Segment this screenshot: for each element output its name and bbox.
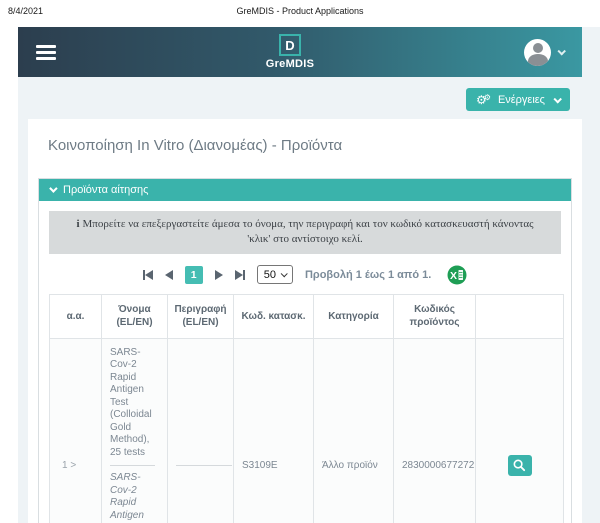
app-shell: D GreMDIS ⚙⚙ Ενέργειες Κοινοποίηση In Vi… — [18, 27, 600, 523]
manufacturer-code-cell[interactable]: S3109E — [234, 338, 314, 523]
description-divider — [176, 465, 232, 466]
actions-button[interactable]: ⚙⚙ Ενέργειες — [466, 88, 570, 111]
column-header-actions — [476, 294, 564, 338]
export-excel-button[interactable]: X — [447, 265, 467, 285]
actions-button-label: Ενέργειες — [498, 94, 545, 106]
name-primary: SARS-Cov-2 Rapid Antigen Test (Colloidal… — [110, 347, 159, 460]
name-cell[interactable]: SARS-Cov-2 Rapid Antigen Test (Colloidal… — [102, 338, 168, 523]
column-header-product-code: Κωδικός προϊόντος — [394, 294, 476, 338]
collapse-chevron-icon — [49, 184, 57, 192]
browser-print-header: 8/4/2021 GreMDIS - Product Applications — [0, 0, 600, 27]
main-card: Κοινοποίηση In Vitro (Διανομέας) - Προϊό… — [28, 119, 582, 523]
description-cell[interactable] — [168, 338, 234, 523]
chevron-down-icon — [557, 47, 565, 55]
pagination-bar: 1 50 Προβολή 1 έως 1 από 1. — [49, 265, 561, 285]
info-message: i Μπορείτε να επεξεργαστείτε άμεσα το όνο… — [49, 211, 561, 254]
svg-text:X: X — [450, 270, 457, 282]
row-actions-cell — [476, 338, 564, 523]
row-index-cell[interactable]: 1 > — [50, 338, 102, 523]
current-page-button[interactable]: 1 — [185, 266, 203, 284]
print-date: 8/4/2021 — [8, 6, 43, 16]
user-avatar-icon — [524, 39, 551, 66]
top-navbar: D GreMDIS — [18, 27, 582, 77]
first-page-button[interactable] — [143, 270, 153, 280]
pagination-summary: Προβολή 1 έως 1 από 1. — [305, 269, 431, 281]
products-panel: Προϊόντα αίτησης i Μπορείτε να επεξεργαστ… — [38, 178, 572, 523]
name-secondary: SARS-Cov-2 Rapid Antigen Test (Colloidal… — [110, 472, 159, 523]
user-menu[interactable] — [524, 39, 564, 66]
column-header-category: Κατηγορία — [314, 294, 394, 338]
excel-icon: X — [447, 265, 467, 285]
select-arrow-icon — [281, 271, 288, 278]
panel-body: i Μπορείτε να επεξεργαστείτε άμεσα το όνο… — [39, 201, 571, 523]
menu-icon[interactable] — [36, 42, 56, 63]
category-cell: Άλλο προϊόν — [314, 338, 394, 523]
logo-letter: D — [279, 34, 301, 56]
table-row: 1 > SARS-Cov-2 Rapid Antigen Test (Collo… — [50, 338, 564, 523]
panel-header-products[interactable]: Προϊόντα αίτησης — [39, 179, 571, 201]
product-code-cell: 2830000677272 — [394, 338, 476, 523]
view-details-button[interactable] — [508, 455, 532, 476]
name-divider — [110, 465, 155, 466]
next-page-button[interactable] — [215, 270, 223, 280]
column-header-manufacturer-code: Κωδ. κατασκ. — [234, 294, 314, 338]
previous-page-button[interactable] — [165, 270, 173, 280]
column-header-index: α.α. — [50, 294, 102, 338]
column-header-name: Όνομα (EL/EN) — [102, 294, 168, 338]
actions-row: ⚙⚙ Ενέργειες — [18, 77, 600, 111]
info-text: Μπορείτε να επεξεργαστείτε άμεσα το όνομ… — [83, 218, 534, 245]
brand-name: GreMDIS — [266, 58, 315, 70]
page-size-value: 50 — [264, 269, 276, 281]
info-icon: i — [76, 218, 79, 230]
print-page-title: GreMDIS - Product Applications — [0, 0, 600, 16]
column-header-description: Περιγραφή (EL/EN) — [168, 294, 234, 338]
table-header-row: α.α. Όνομα (EL/EN) Περιγραφή (EL/EN) Κωδ… — [50, 294, 564, 338]
magnifier-icon — [512, 458, 527, 473]
chevron-down-icon — [553, 95, 561, 103]
page-title: Κοινοποίηση In Vitro (Διανομέας) - Προϊό… — [48, 137, 572, 154]
last-page-button[interactable] — [235, 270, 245, 280]
page-size-select[interactable]: 50 — [257, 265, 293, 284]
brand-logo[interactable]: D GreMDIS — [266, 34, 315, 70]
products-table: α.α. Όνομα (EL/EN) Περιγραφή (EL/EN) Κωδ… — [49, 294, 564, 523]
gears-icon: ⚙⚙ — [476, 94, 491, 106]
panel-title: Προϊόντα αίτησης — [63, 184, 148, 196]
